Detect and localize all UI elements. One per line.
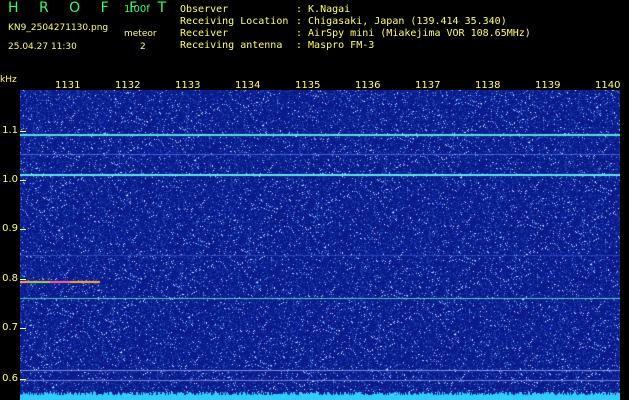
y-tick-label-0.6: 0.6 — [2, 373, 18, 384]
y-tick-mark — [20, 131, 26, 132]
spectrogram-canvas — [20, 90, 620, 400]
version-label: 1.00f — [124, 4, 150, 15]
info-receiver-label: Receiver — [180, 28, 229, 39]
info-receiver-value: : AirSpy mini (Miakejima VOR 108.65MHz) — [296, 28, 531, 39]
info-location-label: Receiving Location — [180, 16, 289, 27]
meteor-label: meteor — [124, 29, 157, 39]
meteor-count: 2 — [140, 42, 146, 52]
info-observer-value: : K.Nagai — [296, 4, 351, 15]
y-unit-label: kHz — [0, 75, 17, 85]
y-tick-label-0.7: 0.7 — [2, 322, 18, 333]
y-tick-mark — [20, 229, 26, 230]
y-tick-mark — [20, 279, 26, 280]
y-tick-mark — [20, 180, 26, 181]
y-tick-mark — [20, 379, 26, 380]
info-location-value: : Chigasaki, Japan (139.414 35.340) — [296, 16, 507, 27]
timestamp-label: 25.04.27 11:30 — [8, 42, 77, 52]
y-tick-label-0.9: 0.9 — [2, 223, 18, 234]
y-tick-mark — [20, 328, 26, 329]
y-tick-label-1.0: 1.0 — [2, 174, 18, 185]
filename-label: KN9_2504271130.png — [8, 23, 109, 33]
info-antenna-label: Receiving antenna — [180, 40, 283, 51]
y-tick-label-1.1: 1.1 — [2, 125, 18, 136]
y-tick-label-0.8: 0.8 — [2, 273, 18, 284]
info-antenna-value: : Maspro FM-3 — [296, 40, 375, 51]
spectrogram-display[interactable] — [20, 90, 620, 400]
info-observer-label: Observer — [180, 4, 229, 15]
